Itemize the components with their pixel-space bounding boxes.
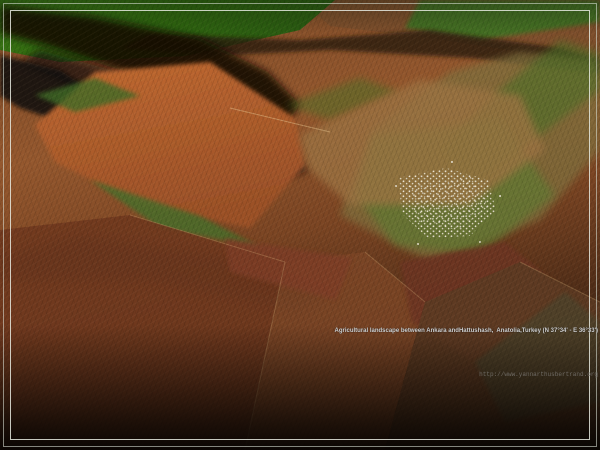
photo-caption: Agricultural landscape between Ankara an… [334,292,598,414]
caption-title: Agricultural landscape between Ankara an… [334,328,598,335]
caption-url: http://www.yannarthusbertrand.org [334,371,598,378]
wallpaper: Agricultural landscape between Ankara an… [0,0,600,450]
